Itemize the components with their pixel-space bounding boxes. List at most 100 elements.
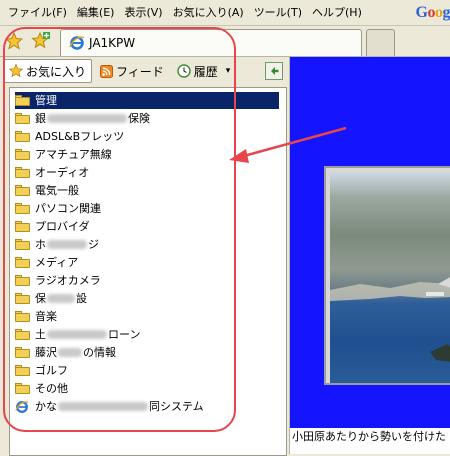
- item-label: その他: [35, 382, 68, 395]
- tab-row: JA1KPW: [0, 26, 450, 57]
- favorite-folder[interactable]: アマチュア無線: [15, 146, 279, 163]
- item-label: ラジオカメラ: [35, 274, 101, 287]
- pin-panel-button[interactable]: [265, 62, 283, 80]
- redacted-text: [47, 240, 87, 249]
- folder-icon: [15, 167, 30, 178]
- item-label-suffix: 設: [76, 292, 87, 305]
- tab-feeds-label: フィード: [116, 64, 164, 79]
- item-label-suffix: 保険: [128, 112, 150, 125]
- folder-icon: [15, 113, 30, 124]
- item-label: 電気一般: [35, 184, 79, 197]
- favorite-folder[interactable]: オーディオ: [15, 164, 279, 181]
- menu-bar: ファイル(F) 編集(E) 表示(V) お気に入り(A) ツール(T) ヘルプ(…: [0, 0, 450, 26]
- redacted-text: [58, 402, 148, 411]
- item-label-suffix: の情報: [83, 346, 116, 359]
- favorite-folder[interactable]: ホジ: [15, 236, 279, 253]
- folder-icon: [15, 221, 30, 232]
- item-label: メディア: [35, 256, 79, 269]
- favorite-folder[interactable]: 音楽: [15, 308, 279, 325]
- ie-icon: [15, 398, 35, 415]
- favorites-list: 管理銀 保険 ADSL&Bフレッツ アマチュア無線 オーディオ 電気一般 パソコン関連 プロバ…: [9, 87, 287, 456]
- favorite-folder[interactable]: ラジオカメラ: [15, 272, 279, 289]
- web-content: 小田原あたりから勢いを付けた: [290, 57, 450, 454]
- folder-icon: [15, 311, 30, 322]
- redacted-text: [58, 348, 82, 357]
- favorite-folder[interactable]: パソコン関連: [15, 200, 279, 217]
- star-icon: [5, 32, 23, 50]
- menu-file[interactable]: ファイル(F): [0, 0, 72, 25]
- item-label: ゴルフ: [35, 364, 68, 377]
- folder-icon: [15, 185, 30, 196]
- favorite-folder[interactable]: 藤沢 の情報: [15, 344, 279, 361]
- item-label: アマチュア無線: [35, 148, 112, 161]
- item-label: オーディオ: [35, 166, 90, 179]
- favorite-link[interactable]: かな 同システム: [15, 398, 279, 415]
- tab-favorites[interactable]: お気に入り: [3, 59, 93, 83]
- item-label: ホ: [35, 238, 46, 251]
- redacted-text: [47, 294, 75, 303]
- menu-edit[interactable]: 編集(E): [72, 0, 120, 25]
- item-label: 音楽: [35, 310, 57, 323]
- item-label: 銀: [35, 112, 46, 125]
- favorites-panel: お気に入り フィード 履歴 ▾ 管理銀保険 ADSL&Bフレッツ アマチュア無線オ: [0, 57, 290, 456]
- new-tab-button[interactable]: [366, 29, 395, 56]
- menu-help[interactable]: ヘルプ(H): [307, 0, 367, 25]
- item-label: プロバイダ: [35, 220, 90, 233]
- folder-icon: [15, 293, 30, 304]
- rss-feed-icon: [100, 64, 114, 78]
- add-favorite-button[interactable]: [31, 31, 51, 51]
- favorite-folder[interactable]: その他: [15, 380, 279, 397]
- redacted-text: [47, 330, 107, 339]
- favorite-folder[interactable]: プロバイダ: [15, 218, 279, 235]
- google-logo: Goog: [415, 4, 450, 21]
- folder-icon: [15, 329, 30, 340]
- item-label: 土: [35, 328, 46, 341]
- add-favorite-star-icon: [31, 31, 50, 49]
- favorites-center-button[interactable]: [4, 31, 24, 51]
- menu-favorites[interactable]: お気に入り(A): [168, 0, 249, 25]
- folder-icon: [15, 275, 30, 286]
- folder-icon: [15, 383, 30, 394]
- favorite-folder[interactable]: ゴルフ: [15, 362, 279, 379]
- tab-ja1kpw[interactable]: JA1KPW: [60, 29, 362, 56]
- favorite-folder[interactable]: ADSL&Bフレッツ: [15, 128, 279, 145]
- folder-icon: [15, 239, 30, 250]
- aerial-coast-image: [330, 277, 450, 362]
- item-label: かな: [35, 400, 57, 413]
- favorite-folder[interactable]: 電気一般: [15, 182, 279, 199]
- item-label: 藤沢: [35, 346, 57, 359]
- tab-title: JA1KPW: [89, 36, 136, 50]
- favorite-folder[interactable]: 銀 保険: [15, 110, 279, 127]
- panel-tabs: お気に入り フィード 履歴 ▾: [0, 57, 289, 85]
- folder-icon: [15, 149, 30, 160]
- coastline-photo-frame: [324, 166, 450, 385]
- folder-icon: [15, 203, 30, 214]
- menu-tools[interactable]: ツール(T): [249, 0, 307, 25]
- star-icon: [9, 64, 23, 78]
- favorite-folder[interactable]: メディア: [15, 254, 279, 271]
- item-label: パソコン関連: [35, 202, 101, 215]
- coastline-photo: [330, 172, 450, 383]
- favorite-folder[interactable]: 管理: [15, 92, 279, 109]
- folder-icon: [15, 95, 30, 106]
- favorite-folder[interactable]: 保設: [15, 290, 279, 307]
- folder-icon: [15, 347, 30, 358]
- tab-favorites-label: お気に入り: [26, 64, 87, 79]
- item-label: 管理: [35, 94, 57, 107]
- history-icon: [177, 64, 191, 78]
- folder-icon: [15, 131, 30, 142]
- page-caption: 小田原あたりから勢いを付けた: [290, 428, 450, 454]
- item-label: ADSL&Bフレッツ: [35, 130, 125, 143]
- item-label-suffix: ローン: [108, 328, 141, 341]
- item-label: 保: [35, 292, 46, 305]
- redacted-text: [47, 114, 127, 123]
- folder-icon: [15, 257, 30, 268]
- tab-feeds[interactable]: フィード: [95, 60, 169, 82]
- item-label-suffix: 同システム: [149, 400, 204, 413]
- chevron-down-icon[interactable]: ▾: [226, 66, 231, 76]
- ie-icon: [69, 36, 85, 50]
- tab-history-label: 履歴: [193, 64, 218, 79]
- menu-view[interactable]: 表示(V): [119, 0, 167, 25]
- tab-history[interactable]: 履歴 ▾: [172, 60, 236, 82]
- favorite-folder[interactable]: 土 ローン: [15, 326, 279, 343]
